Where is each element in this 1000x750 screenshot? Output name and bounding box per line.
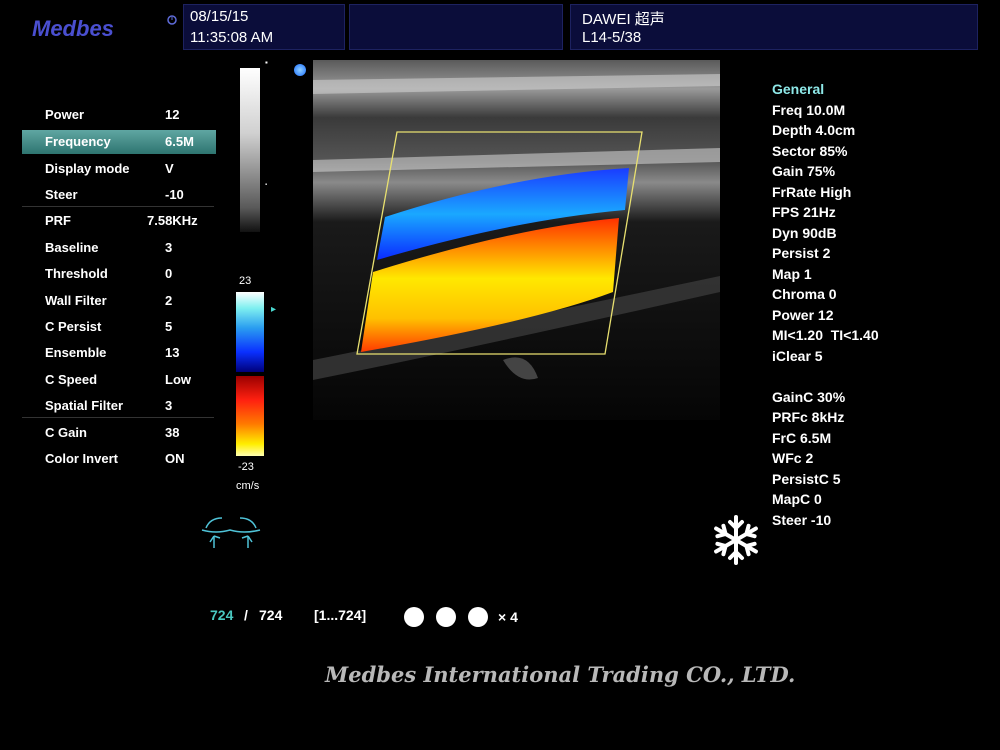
colorbar-blue — [236, 292, 264, 372]
cine-dot-1[interactable] — [404, 607, 424, 627]
param-panel: General Freq 10.0M Depth 4.0cm Sector 85… — [772, 79, 879, 530]
colorbar-unit: cm/s — [236, 480, 260, 492]
menu-value: ON — [165, 451, 185, 466]
menu-divider — [22, 206, 214, 207]
cine-dot-2[interactable] — [436, 607, 456, 627]
menu-item-steer[interactable]: Steer -10 — [22, 183, 216, 207]
footer-company: Medbes International Trading CO., LTD. — [325, 662, 796, 687]
param-spacer — [772, 366, 879, 387]
menu-label: Color Invert — [45, 451, 118, 466]
menu-value: Low — [165, 372, 191, 387]
menu-value: 12 — [165, 107, 180, 122]
param-prfc: PRFc 8kHz — [772, 409, 845, 425]
menu-divider — [22, 417, 214, 418]
param-mi-ti: MI<1.20 TI<1.40 — [772, 327, 879, 343]
menu-item-frequency[interactable]: Frequency 6.5M — [22, 130, 216, 154]
menu-label: Steer — [45, 187, 78, 202]
cine-separator: / — [244, 607, 248, 623]
menu-value: 2 — [165, 293, 173, 308]
param-dyn: Dyn 90dB — [772, 224, 837, 241]
grayscale-bar — [240, 68, 260, 232]
param-iclear: iClear 5 — [772, 347, 823, 364]
datetime-box: 08/15/15 11:35:08 AM — [183, 4, 345, 50]
header-operator: DAWEI 超声 — [582, 11, 665, 28]
menu-value: 6.5M — [165, 134, 194, 149]
menu-item-wall-filter[interactable]: Wall Filter 2 — [22, 289, 216, 313]
menu-value: 3 — [165, 240, 173, 255]
menu-item-c-speed[interactable]: C Speed Low — [22, 368, 216, 392]
param-map: Map 1 — [772, 265, 812, 282]
probe-box: DAWEI 超声 L14-5/38 — [570, 4, 978, 50]
menu-value: 5 — [165, 319, 173, 334]
menu-value: -10 — [165, 187, 184, 202]
menu-item-spatial-filter[interactable]: Spatial Filter 3 — [22, 394, 216, 418]
menu-item-prf[interactable]: PRF 7.58KHz — [22, 209, 216, 233]
snowflake-icon[interactable] — [708, 512, 764, 568]
menu-item-c-persist[interactable]: C Persist 5 — [22, 315, 216, 339]
param-freq: Freq 10.0M — [772, 101, 846, 118]
param-gain: Gain 75% — [772, 163, 836, 179]
trackball-icon — [200, 512, 262, 552]
menu-label: Display mode — [45, 161, 130, 176]
cine-current-frame: 724 — [210, 607, 234, 623]
menu-label: C Persist — [45, 319, 102, 334]
cine-speed: × 4 — [498, 609, 518, 625]
menu-label: C Speed — [45, 372, 98, 387]
param-wfc: WFc 2 — [772, 450, 814, 466]
menu-label: Threshold — [45, 266, 108, 281]
clock-icon — [167, 12, 177, 25]
menu-item-ensemble[interactable]: Ensemble 13 — [22, 341, 216, 365]
colorbar-top-label: 23 — [239, 275, 252, 287]
colorbar-bottom-label: -23 — [238, 461, 254, 473]
param-frrate: FrRate High — [772, 183, 852, 200]
grayscale-mid-marker: ▪ — [265, 182, 268, 188]
header-probe: L14-5/38 — [582, 29, 642, 46]
menu-label: Baseline — [45, 240, 99, 255]
menu-value: V — [165, 161, 174, 176]
menu-label: PRF — [45, 213, 71, 228]
cine-dot-3[interactable] — [468, 607, 488, 627]
brand-logo: Medbes — [32, 16, 114, 41]
menu-label: Frequency — [45, 134, 111, 149]
menu-item-display-mode[interactable]: Display mode V — [22, 157, 216, 181]
menu-value: 7.58KHz — [147, 213, 198, 228]
menu-item-threshold[interactable]: Threshold 0 — [22, 262, 216, 286]
param-chroma: Chroma 0 — [772, 286, 837, 302]
param-frc: FrC 6.5M — [772, 429, 832, 446]
param-persistc: PersistC 5 — [772, 470, 841, 487]
cine-total-frames: 724 — [259, 607, 283, 623]
header-empty-box — [349, 4, 563, 50]
colorbar-red — [236, 376, 264, 456]
grayscale-top-marker: ▪ — [265, 58, 268, 67]
orientation-dot-icon — [294, 64, 306, 76]
menu-item-c-gain[interactable]: C Gain 38 — [22, 421, 216, 445]
menu-item-color-invert[interactable]: Color Invert ON — [22, 447, 216, 471]
menu-value: 38 — [165, 425, 180, 440]
param-mapc: MapC 0 — [772, 491, 822, 507]
menu-label: Ensemble — [45, 345, 107, 360]
menu-label: Spatial Filter — [45, 398, 124, 413]
param-fps: FPS 21Hz — [772, 204, 836, 220]
menu-label: Power — [45, 107, 85, 122]
menu-label: Wall Filter — [45, 293, 107, 308]
param-power: Power 12 — [772, 306, 834, 323]
header-date: 08/15/15 — [190, 8, 249, 25]
menu-value: 0 — [165, 266, 173, 281]
param-depth: Depth 4.0cm — [772, 122, 856, 138]
cine-range[interactable]: [1...724] — [314, 607, 366, 623]
baseline-marker-icon: ▸ — [271, 304, 277, 315]
param-sector: Sector 85% — [772, 142, 848, 159]
menu-value: 13 — [165, 345, 180, 360]
menu-item-baseline[interactable]: Baseline 3 — [22, 236, 216, 260]
param-steer: Steer -10 — [772, 511, 832, 528]
header-time: 11:35:08 AM — [190, 29, 274, 46]
param-persist: Persist 2 — [772, 245, 831, 261]
ultrasound-image[interactable] — [313, 60, 720, 420]
menu-item-power[interactable]: Power 12 — [22, 103, 216, 127]
menu-value: 3 — [165, 398, 173, 413]
param-gainc: GainC 30% — [772, 388, 846, 405]
param-general-heading: General — [772, 81, 825, 97]
menu-label: C Gain — [45, 425, 87, 440]
